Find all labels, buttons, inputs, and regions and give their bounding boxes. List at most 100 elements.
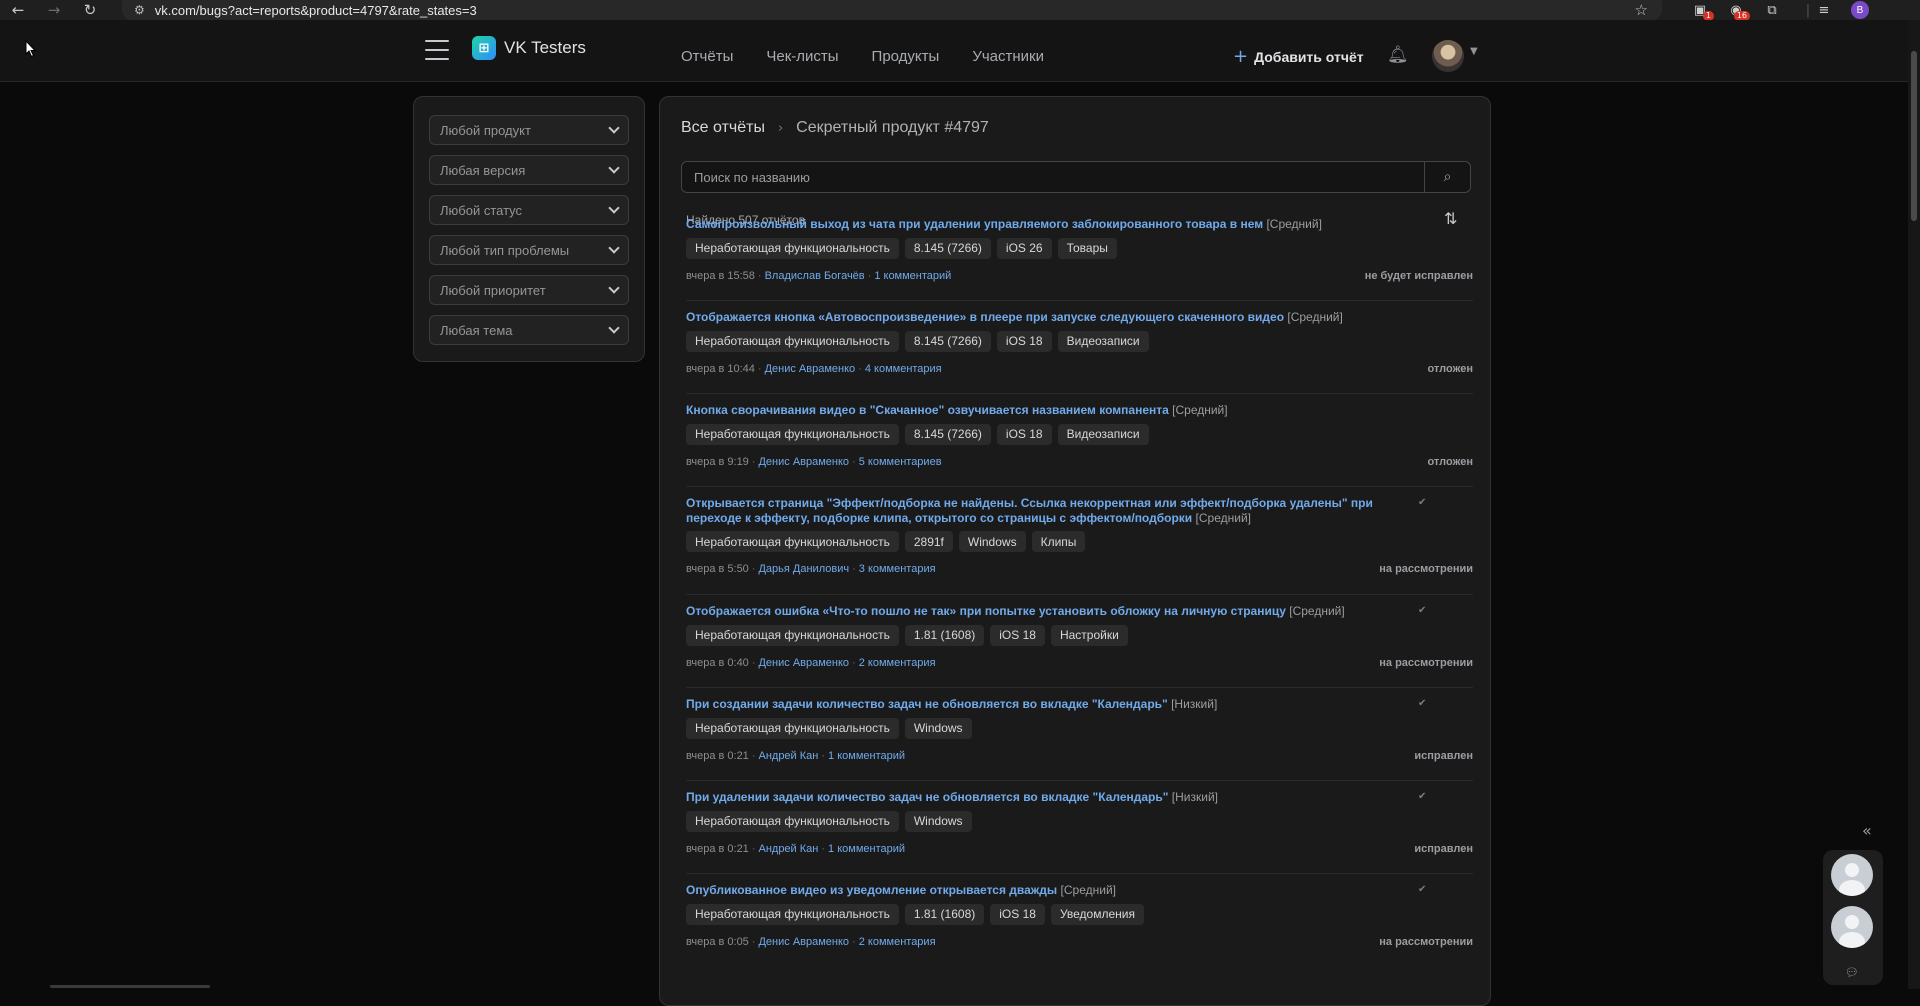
meta-separator: · (757, 362, 762, 375)
report-status: на рассмотрении (1379, 563, 1473, 575)
report-tag[interactable]: Неработающая функциональность (686, 903, 899, 925)
report-tag[interactable]: Неработающая функциональность (686, 717, 899, 739)
chat-icon[interactable]: 💬︎ (1845, 966, 1859, 979)
report-tag[interactable]: 1.81 (1608) (904, 903, 985, 925)
extension-icon[interactable]: ▣ 1 (1691, 2, 1714, 21)
report-author-link[interactable]: Андрей Кан (758, 843, 818, 855)
horizontal-scrollbar[interactable] (50, 985, 210, 988)
reload-icon[interactable]: ↻ (72, 0, 108, 20)
report-author-link[interactable]: Денис Авраменко (758, 936, 849, 948)
extensions-puzzle-icon[interactable]: ⧉ (1763, 2, 1781, 18)
report-author-link[interactable]: Владислав Богачёв (765, 270, 865, 282)
report-comments-link[interactable]: 1 комментарий (828, 750, 905, 762)
page-scrollbar[interactable] (1908, 20, 1920, 989)
report-tag[interactable]: Видеозаписи (1057, 330, 1149, 352)
back-icon[interactable]: ← (0, 0, 36, 20)
report-comments-link[interactable]: 2 комментария (859, 936, 936, 948)
search-input[interactable] (682, 162, 1424, 192)
report-author-link[interactable]: Андрей Кан (758, 750, 818, 762)
user-avatar[interactable] (1432, 40, 1464, 72)
meta-separator: · (751, 455, 756, 468)
report-comments-link[interactable]: 1 комментарий (828, 843, 905, 855)
url-text[interactable]: vk.com/bugs?act=reports&product=4797&rat… (155, 3, 477, 18)
report-title-link[interactable]: Кнопка сворачивания видео в "Скачанное" … (686, 403, 1169, 417)
report-tag[interactable]: iOS 18 (996, 423, 1052, 445)
breadcrumb-all-reports[interactable]: Все отчёты (681, 119, 765, 137)
contact-avatar[interactable] (1831, 854, 1873, 896)
report-comments-link[interactable]: 4 комментария (865, 363, 942, 375)
report-tag[interactable]: Товары (1057, 237, 1117, 259)
report-author-link[interactable]: Денис Авраменко (765, 363, 856, 375)
report-title-link[interactable]: При создании задачи количество задач не … (686, 697, 1168, 711)
site-info-icon[interactable]: ⚙ (134, 3, 145, 17)
menu-icon[interactable] (425, 40, 449, 60)
report-tag[interactable]: 1.81 (1608) (904, 624, 985, 646)
report-title-link[interactable]: Самопроизвольный выход из чата при удале… (686, 217, 1263, 231)
report-title-link[interactable]: Опубликованное видео из уведомление откр… (686, 883, 1057, 897)
report-tag[interactable]: Неработающая функциональность (686, 423, 899, 445)
contact-avatar[interactable] (1831, 906, 1873, 948)
nav-products[interactable]: Продукты (872, 48, 940, 65)
notifications-bell-icon[interactable]: 🔔︎ (1387, 45, 1409, 65)
report-title-link[interactable]: Отображается кнопка «Автовоспроизведение… (686, 310, 1284, 324)
report-tag[interactable]: 8.145 (7266) (904, 330, 991, 352)
bookmark-star-icon[interactable]: ☆ (1635, 1, 1648, 19)
report-title-link[interactable]: Отображается ошибка «Что-то пошло не так… (686, 604, 1286, 618)
filter-label: Любой тип проблемы (440, 242, 570, 258)
browser-toolbar: ← → ↻ ⚙ vk.com/bugs?act=reports&product=… (0, 0, 1920, 21)
report-title-link[interactable]: Открывается страница "Эффект/подборка не… (686, 496, 1373, 525)
logo[interactable]: ⊞ VK Testers (472, 36, 586, 60)
report-author-link[interactable]: Денис Авраменко (758, 657, 849, 669)
filter-version-select[interactable]: Любая версия (429, 155, 629, 185)
report-tag[interactable]: Неработающая функциональность (686, 624, 899, 646)
scrollbar-thumb[interactable] (1911, 51, 1917, 221)
report-author-link[interactable]: Денис Авраменко (758, 456, 849, 468)
report-comments-link[interactable]: 1 комментарий (874, 270, 951, 282)
report-tag[interactable]: 8.145 (7266) (904, 237, 991, 259)
report-priority: [Низкий] (1171, 697, 1218, 711)
nav-members[interactable]: Участники (972, 48, 1044, 65)
report-comments-link[interactable]: 5 комментариев (859, 456, 942, 468)
chevron-down-icon (608, 122, 620, 134)
address-bar[interactable]: ⚙ vk.com/bugs?act=reports&product=4797&r… (122, 0, 1662, 20)
report-tag[interactable]: Windows (904, 810, 972, 832)
report-tag[interactable]: 8.145 (7266) (904, 423, 991, 445)
report-author-link[interactable]: Дарья Данилович (758, 563, 849, 575)
report-tag[interactable]: Неработающая функциональность (686, 810, 899, 832)
meta-separator: · (757, 269, 762, 282)
nav-checklists[interactable]: Чек-листы (766, 48, 838, 65)
report-tag[interactable]: Windows (904, 717, 972, 739)
report-tag[interactable]: Клипы (1031, 531, 1086, 552)
filter-priority-select[interactable]: Любой приоритет (429, 275, 629, 305)
media-control-icon[interactable]: ≡ (1815, 2, 1833, 18)
browser-profile-avatar[interactable]: B (1851, 1, 1869, 19)
report-tag[interactable]: Неработающая функциональность (686, 330, 899, 352)
filter-product-select[interactable]: Любой продукт (429, 115, 629, 145)
filter-topic-select[interactable]: Любая тема (429, 315, 629, 345)
report-tag[interactable]: iOS 18 (990, 624, 1045, 646)
filter-problem-type-select[interactable]: Любой тип проблемы (429, 235, 629, 265)
report-tag[interactable]: Windows (958, 531, 1026, 552)
report-tag[interactable]: Неработающая функциональность (686, 531, 899, 552)
report-tag[interactable]: iOS 26 (996, 237, 1052, 259)
report-tag[interactable]: iOS 18 (990, 903, 1045, 925)
filter-status-select[interactable]: Любой статус (429, 195, 629, 225)
extension-icon[interactable]: ◉ 16 (1727, 2, 1750, 21)
chevron-down-icon[interactable]: ▼ (1470, 46, 1478, 57)
report-tag[interactable]: iOS 18 (996, 330, 1052, 352)
report-tag[interactable]: Видеозаписи (1057, 423, 1149, 445)
meta-separator: · (852, 935, 856, 948)
nav-reports[interactable]: Отчёты (681, 48, 733, 65)
report-comments-link[interactable]: 2 комментария (859, 657, 936, 669)
report-tag[interactable]: Настройки (1050, 624, 1128, 646)
search-icon[interactable]: ⌕ (1424, 162, 1470, 192)
add-report-button[interactable]: + Добавить отчёт (1233, 46, 1364, 67)
report-tag[interactable]: 2891f (904, 531, 953, 552)
report-comments-link[interactable]: 3 комментария (859, 563, 936, 575)
report-tag[interactable]: Неработающая функциональность (686, 237, 899, 259)
forward-icon[interactable]: → (36, 0, 72, 20)
collapse-double-chevron-icon[interactable]: « (1862, 821, 1872, 840)
report-tag[interactable]: Уведомления (1050, 903, 1144, 925)
chevron-down-icon (608, 322, 620, 334)
report-title-link[interactable]: При удалении задачи количество задач не … (686, 790, 1168, 804)
